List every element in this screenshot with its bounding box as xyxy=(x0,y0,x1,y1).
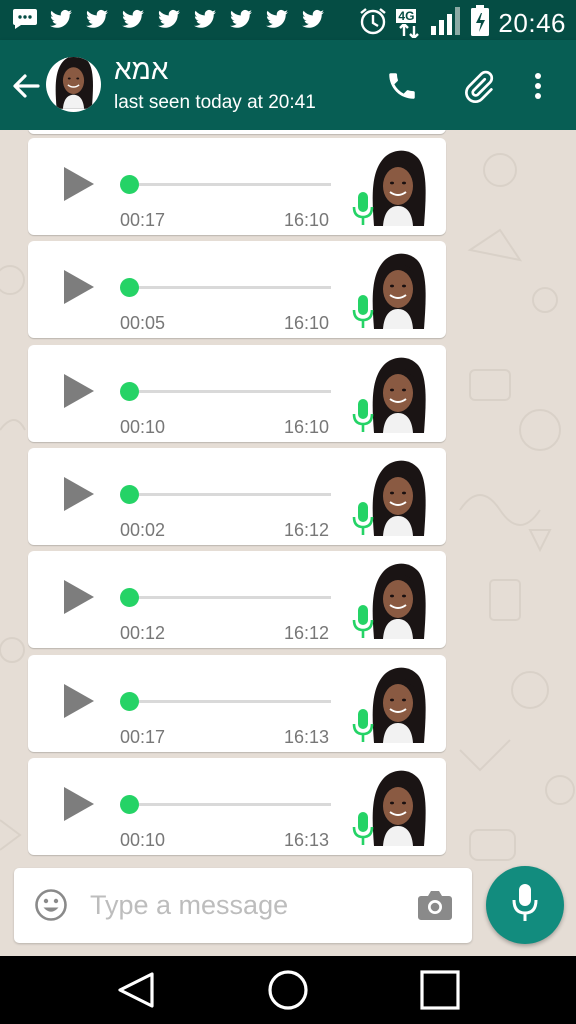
voice-message[interactable]: 00:10 16:10 xyxy=(28,345,446,442)
voice-duration: 00:05 xyxy=(120,313,166,333)
audio-progress-handle[interactable] xyxy=(120,382,139,401)
play-icon[interactable] xyxy=(60,269,96,305)
contact-name[interactable]: אמא xyxy=(114,54,168,86)
sender-avatar xyxy=(364,665,432,743)
nav-recents-icon[interactable] xyxy=(416,966,464,1014)
contact-avatar[interactable] xyxy=(46,57,101,112)
play-icon[interactable] xyxy=(60,683,96,719)
voice-duration: 00:17 xyxy=(120,727,166,747)
microphone-icon xyxy=(352,192,374,226)
last-seen-status: last seen today at 20:41 xyxy=(114,92,316,113)
message-time: 16:10 xyxy=(284,313,330,333)
audio-progress-track[interactable] xyxy=(128,286,331,289)
audio-progress-track[interactable] xyxy=(128,700,331,703)
audio-progress-track[interactable] xyxy=(128,803,331,806)
twitter-icon xyxy=(120,7,146,31)
chat-notification-icon xyxy=(12,7,38,31)
system-navigation-bar xyxy=(0,956,576,1024)
message-time: 16:13 xyxy=(284,830,330,850)
signal-icon xyxy=(430,6,462,41)
twitter-icon xyxy=(84,7,110,31)
more-options-icon[interactable] xyxy=(520,68,556,104)
voice-duration: 00:17 xyxy=(120,210,166,230)
message-composer: Type a message xyxy=(14,868,472,943)
twitter-icon xyxy=(156,7,182,31)
audio-progress-handle[interactable] xyxy=(120,485,139,504)
play-icon[interactable] xyxy=(60,373,96,409)
twitter-icon xyxy=(192,7,218,31)
camera-icon[interactable] xyxy=(416,887,454,923)
voice-message[interactable]: 00:05 16:10 xyxy=(28,241,446,338)
audio-progress-track[interactable] xyxy=(128,390,331,393)
emoji-icon[interactable] xyxy=(34,888,68,922)
voice-message[interactable]: 00:17 16:13 xyxy=(28,655,446,752)
audio-progress-handle[interactable] xyxy=(120,588,139,607)
system-indicators: 4G 20:46 xyxy=(358,5,566,42)
message-time: 16:12 xyxy=(284,520,330,540)
audio-progress-handle[interactable] xyxy=(120,278,139,297)
sender-avatar xyxy=(364,458,432,536)
call-icon[interactable] xyxy=(384,68,420,104)
status-bar: 4G 20:46 xyxy=(0,0,576,40)
message-time: 16:10 xyxy=(284,210,330,230)
audio-progress-track[interactable] xyxy=(128,596,331,599)
audio-progress-track[interactable] xyxy=(128,493,331,496)
twitter-icon xyxy=(228,7,254,31)
voice-message[interactable]: 00:12 16:12 xyxy=(28,551,446,648)
microphone-icon xyxy=(352,399,374,433)
nav-home-icon[interactable] xyxy=(264,966,312,1014)
microphone-icon xyxy=(352,709,374,743)
voice-message[interactable]: 00:17 16:10 xyxy=(28,138,446,235)
microphone-icon xyxy=(352,812,374,846)
play-icon[interactable] xyxy=(60,786,96,822)
microphone-icon xyxy=(352,605,374,639)
play-icon[interactable] xyxy=(60,579,96,615)
network-4g-icon: 4G xyxy=(396,8,422,39)
voice-duration: 00:10 xyxy=(120,417,166,437)
voice-duration: 00:02 xyxy=(120,520,166,540)
sender-avatar xyxy=(364,561,432,639)
chat-area[interactable]: 00:17 16:10 00:05 16:10 00:10 16:10 00:02 16:12… xyxy=(0,130,576,956)
twitter-icon xyxy=(264,7,290,31)
clock: 20:46 xyxy=(498,8,566,38)
sender-avatar xyxy=(364,768,432,846)
voice-message[interactable]: 00:02 16:12 xyxy=(28,448,446,545)
chat-header: אמא last seen today at 20:41 xyxy=(0,40,576,130)
twitter-icon xyxy=(300,7,326,31)
attach-icon[interactable] xyxy=(460,68,496,104)
play-icon[interactable] xyxy=(60,166,96,202)
microphone-icon xyxy=(352,502,374,536)
sender-avatar xyxy=(364,148,432,226)
message-time: 16:13 xyxy=(284,727,330,747)
audio-progress-handle[interactable] xyxy=(120,692,139,711)
message-time: 16:12 xyxy=(284,623,330,643)
audio-progress-track[interactable] xyxy=(128,183,331,186)
voice-message[interactable]: 00:10 16:13 xyxy=(28,758,446,855)
sender-avatar xyxy=(364,251,432,329)
notification-icons xyxy=(12,7,326,31)
voice-record-button[interactable] xyxy=(486,866,564,944)
twitter-icon xyxy=(48,7,74,31)
voice-duration: 00:12 xyxy=(120,623,166,643)
sender-avatar xyxy=(364,355,432,433)
message-time: 16:10 xyxy=(284,417,330,437)
voice-duration: 00:10 xyxy=(120,830,166,850)
alarm-icon xyxy=(358,6,388,41)
battery-icon xyxy=(470,5,490,42)
audio-progress-handle[interactable] xyxy=(120,175,139,194)
microphone-icon xyxy=(352,295,374,329)
microphone-icon xyxy=(511,883,539,928)
nav-back-icon[interactable] xyxy=(112,966,160,1014)
audio-progress-handle[interactable] xyxy=(120,795,139,814)
network-type-label: 4G xyxy=(396,8,417,23)
play-icon[interactable] xyxy=(60,476,96,512)
previous-message-edge xyxy=(28,130,446,134)
message-input[interactable]: Type a message xyxy=(90,890,288,921)
back-arrow-icon[interactable] xyxy=(10,70,42,102)
